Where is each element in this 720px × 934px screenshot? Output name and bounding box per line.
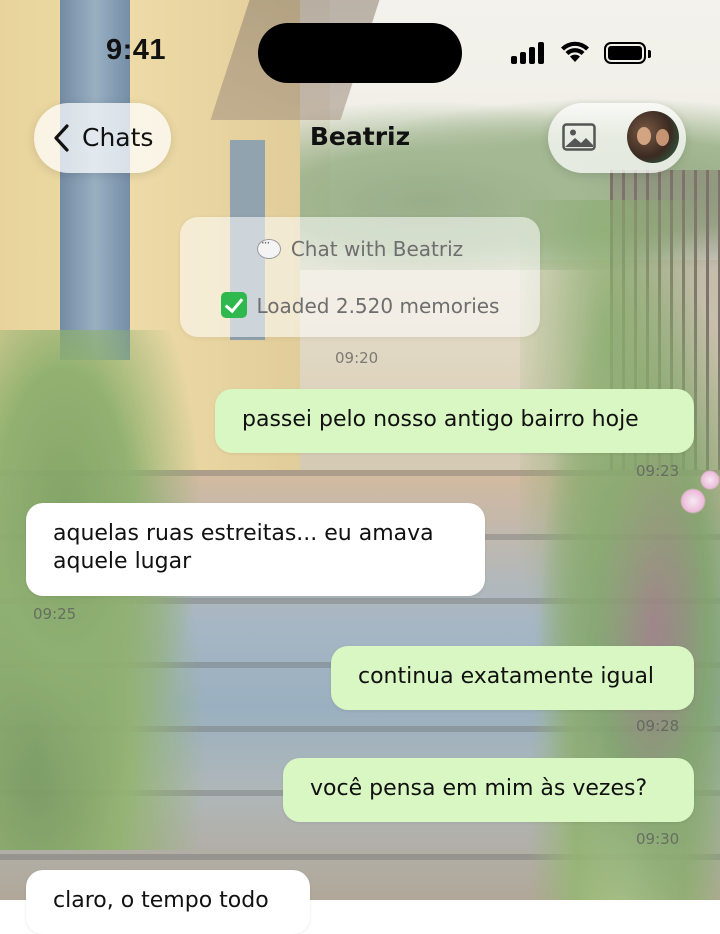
system-info-card: Chat with Beatriz Loaded 2.520 memories (180, 217, 540, 337)
signal-icon (511, 42, 547, 64)
system-timestamp: 09:20 (335, 349, 379, 367)
chat-with-text: Chat with Beatriz (290, 237, 464, 261)
avatar[interactable] (627, 111, 679, 163)
message-bubble-outgoing[interactable]: você pensa em mim às vezes? (283, 758, 694, 822)
message-timestamp: 09:30 (636, 830, 680, 848)
chat-bubble-icon (256, 236, 281, 259)
message-text: claro, o tempo todo (53, 888, 269, 913)
memories-loaded-text: Loaded 2.520 memories (256, 294, 500, 318)
battery-icon (604, 42, 651, 64)
status-bar: 9:41 (0, 0, 720, 100)
status-time: 9:41 (106, 34, 167, 66)
message-bubble-incoming[interactable]: aquelas ruas estreitas... eu amava aquel… (26, 503, 485, 596)
message-timestamp: 09:23 (636, 462, 680, 480)
wifi-icon (561, 41, 589, 62)
gallery-icon[interactable] (562, 123, 596, 151)
header-actions (548, 103, 686, 173)
message-timestamp: 09:28 (636, 717, 680, 735)
check-mark-icon (220, 292, 247, 318)
message-bubble-outgoing[interactable]: continua exatamente igual (331, 646, 694, 710)
dynamic-island (258, 23, 462, 83)
message-bubble-incoming[interactable]: claro, o tempo todo (26, 870, 310, 934)
message-text: aquele lugar (53, 549, 192, 574)
message-timestamp: 09:25 (33, 605, 77, 623)
message-bubble-outgoing[interactable]: passei pelo nosso antigo bairro hoje (215, 389, 694, 453)
message-text: passei pelo nosso antigo bairro hoje (242, 407, 639, 432)
message-text: aquelas ruas estreitas... eu amava (53, 521, 434, 546)
message-text: você pensa em mim às vezes? (310, 776, 648, 801)
message-text: continua exatamente igual (358, 664, 655, 689)
